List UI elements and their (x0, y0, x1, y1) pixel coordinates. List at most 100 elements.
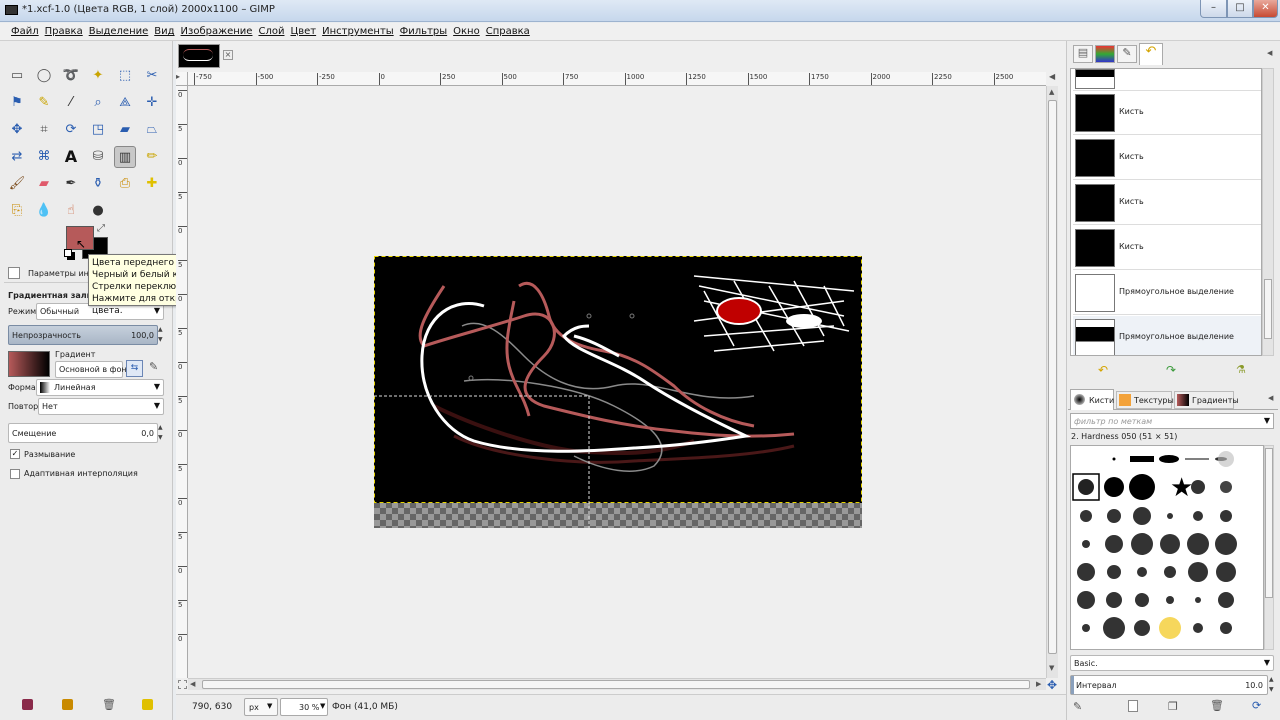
eraser-icon[interactable]: ▰ (33, 173, 55, 195)
layers-tab-icon[interactable]: ▤ (1073, 45, 1093, 63)
history-list[interactable]: Кисть Кисть Кисть Кисть Прямоугольное вы… (1070, 68, 1262, 356)
adaptive-checkbox[interactable] (10, 469, 20, 479)
history-item-selected[interactable]: Прямоугольное выделение (1073, 316, 1261, 355)
gradients-tab[interactable]: Градиенты (1174, 391, 1239, 409)
maximize-button[interactable]: □ (1227, 0, 1253, 18)
swap-colors-icon[interactable]: ⤢ (97, 223, 105, 234)
measure-icon[interactable]: ⟁ (114, 92, 136, 114)
menu-tools[interactable]: Инструменты (319, 23, 397, 37)
history-redo-icon[interactable]: ↷ (1166, 363, 1176, 377)
channels-tab-icon[interactable] (1095, 45, 1115, 63)
restore-options-icon[interactable] (62, 699, 73, 710)
history-clear-icon[interactable]: ⚗ (1236, 363, 1246, 376)
spacing-spin[interactable]: ▲ ▼ (1269, 675, 1277, 695)
duplicate-brush-icon[interactable]: ❐ (1168, 700, 1178, 713)
menu-layer[interactable]: Слой (255, 23, 287, 37)
ruler-corner[interactable]: ▸ (176, 72, 188, 86)
paths-icon[interactable]: ✎ (33, 92, 55, 114)
minimize-button[interactable]: – (1200, 0, 1227, 18)
reverse-gradient-button[interactable]: ⇆ (126, 360, 143, 377)
delete-brush-icon[interactable]: 🗑 (1210, 699, 1224, 712)
menu-window[interactable]: Окно (450, 23, 483, 37)
color-select-icon[interactable]: ⬚ (114, 65, 136, 87)
gradient-name-field[interactable]: Основной в фон (55, 361, 127, 378)
quick-mask-icon[interactable] (178, 680, 187, 689)
history-item[interactable]: Кисть (1073, 181, 1261, 225)
zoom-select[interactable]: 30 % ▼ (280, 698, 328, 716)
scroll-down-arrow-icon[interactable]: ▼ (1049, 664, 1054, 672)
rect-select-icon[interactable]: ▭ (6, 65, 28, 87)
horizontal-ruler[interactable]: -750 -500 -250 0 250 500 750 1000 1250 1500 1750 20… (188, 72, 1046, 86)
foreground-select-icon[interactable]: ⚑ (6, 92, 28, 114)
history-item[interactable]: Кисть (1073, 136, 1261, 180)
lasso-icon[interactable]: ➰ (60, 65, 82, 87)
ellipse-select-icon[interactable]: ◯ (33, 65, 55, 87)
airbrush-icon[interactable]: ✒ (60, 173, 82, 195)
brush-tag-filter[interactable]: фильтр по меткам ▼ (1070, 413, 1274, 429)
brush-grid-scroll-thumb[interactable] (1265, 448, 1273, 598)
scissors-icon[interactable]: ✂ (141, 65, 163, 87)
brush-grid-scrollbar[interactable] (1264, 445, 1274, 650)
scroll-up-arrow-icon[interactable]: ▲ (1049, 88, 1054, 96)
reset-colors-icon[interactable] (64, 249, 72, 257)
brush-preset-select[interactable]: Basic. ▼ (1070, 655, 1274, 671)
edit-gradient-icon[interactable]: ✎ (149, 360, 158, 373)
menu-help[interactable]: Справка (483, 23, 533, 37)
horizontal-scrollbar[interactable]: ◀ ▶ (188, 678, 1046, 690)
ink-icon[interactable]: ⚱ (87, 173, 109, 195)
flip-icon[interactable]: ⇄ (6, 146, 28, 168)
scale-icon[interactable]: ◳ (87, 119, 109, 141)
opacity-spin[interactable]: ▲ ▼ (158, 325, 166, 345)
brushes-tab[interactable]: Кисти (1070, 389, 1114, 410)
paths-tab-icon[interactable]: ✎ (1117, 45, 1137, 63)
dither-checkbox[interactable]: ✓ (10, 449, 20, 459)
scroll-left-arrow-icon[interactable]: ◀ (190, 680, 195, 688)
vertical-scroll-thumb[interactable] (1048, 100, 1057, 654)
history-scrollbar[interactable] (1262, 68, 1274, 356)
heal-icon[interactable]: ✚ (141, 173, 163, 195)
menu-view[interactable]: Вид (151, 23, 177, 37)
new-brush-icon[interactable] (1128, 700, 1138, 712)
history-item[interactable]: Кисть (1073, 226, 1261, 270)
refresh-brushes-icon[interactable]: ⟳ (1252, 699, 1261, 712)
navigation-icon[interactable]: ✥ (1047, 678, 1057, 692)
crop-icon[interactable]: ⌗ (33, 119, 55, 141)
pencil-icon[interactable]: ✏ (141, 146, 163, 168)
color-picker-icon[interactable]: ⁄ (60, 92, 82, 114)
perspective-clone-icon[interactable]: ⎘ (6, 200, 28, 222)
offset-spin[interactable]: ▲ ▼ (158, 423, 166, 443)
menu-file[interactable]: Файл (8, 23, 42, 37)
navigate-icon[interactable]: ◀ (1049, 72, 1055, 81)
fuzzy-select-icon[interactable]: ✦ (87, 65, 109, 87)
zoom-icon[interactable]: ⌕ (87, 92, 109, 114)
bucket-fill-icon[interactable]: ⛁ (87, 146, 109, 168)
close-button[interactable]: ✕ (1253, 0, 1278, 18)
history-item[interactable]: Кисть (1073, 91, 1261, 135)
shape-select[interactable]: Линейная ▼ (36, 379, 164, 396)
scroll-right-arrow-icon[interactable]: ▶ (1036, 680, 1041, 688)
edit-brush-icon[interactable]: ✎ (1073, 700, 1082, 713)
reset-options-icon[interactable] (142, 699, 153, 710)
history-item-partial[interactable] (1073, 69, 1261, 91)
menu-select[interactable]: Выделение (86, 23, 152, 37)
menu-filters[interactable]: Фильтры (397, 23, 450, 37)
menu-edit[interactable]: Правка (42, 23, 86, 37)
opacity-slider[interactable]: Непрозрачность 100,0 (8, 325, 158, 345)
shear-icon[interactable]: ▰ (114, 119, 136, 141)
blur-icon[interactable]: 💧 (33, 200, 55, 222)
gradient-icon[interactable]: ▥ (114, 146, 136, 168)
cage-icon[interactable]: ⌘ (33, 146, 55, 168)
brush-grid[interactable]: ★ (1070, 445, 1264, 650)
unit-select[interactable]: px ▼ (244, 698, 278, 716)
align-icon[interactable]: ✥ (6, 119, 28, 141)
horizontal-scroll-thumb[interactable] (202, 680, 1030, 689)
menu-image[interactable]: Изображение (178, 23, 256, 37)
patterns-tab[interactable]: Текстуры (1116, 391, 1174, 409)
paintbrush-icon[interactable]: 🖌 (6, 173, 28, 195)
repeat-select[interactable]: Нет ▼ (38, 398, 164, 415)
save-options-icon[interactable] (22, 699, 33, 710)
rotate-icon[interactable]: ⟳ (60, 119, 82, 141)
spacing-slider[interactable]: Интервал 10.0 (1070, 675, 1268, 695)
perspective-icon[interactable]: ⏢ (141, 119, 163, 141)
menu-color[interactable]: Цвет (287, 23, 319, 37)
